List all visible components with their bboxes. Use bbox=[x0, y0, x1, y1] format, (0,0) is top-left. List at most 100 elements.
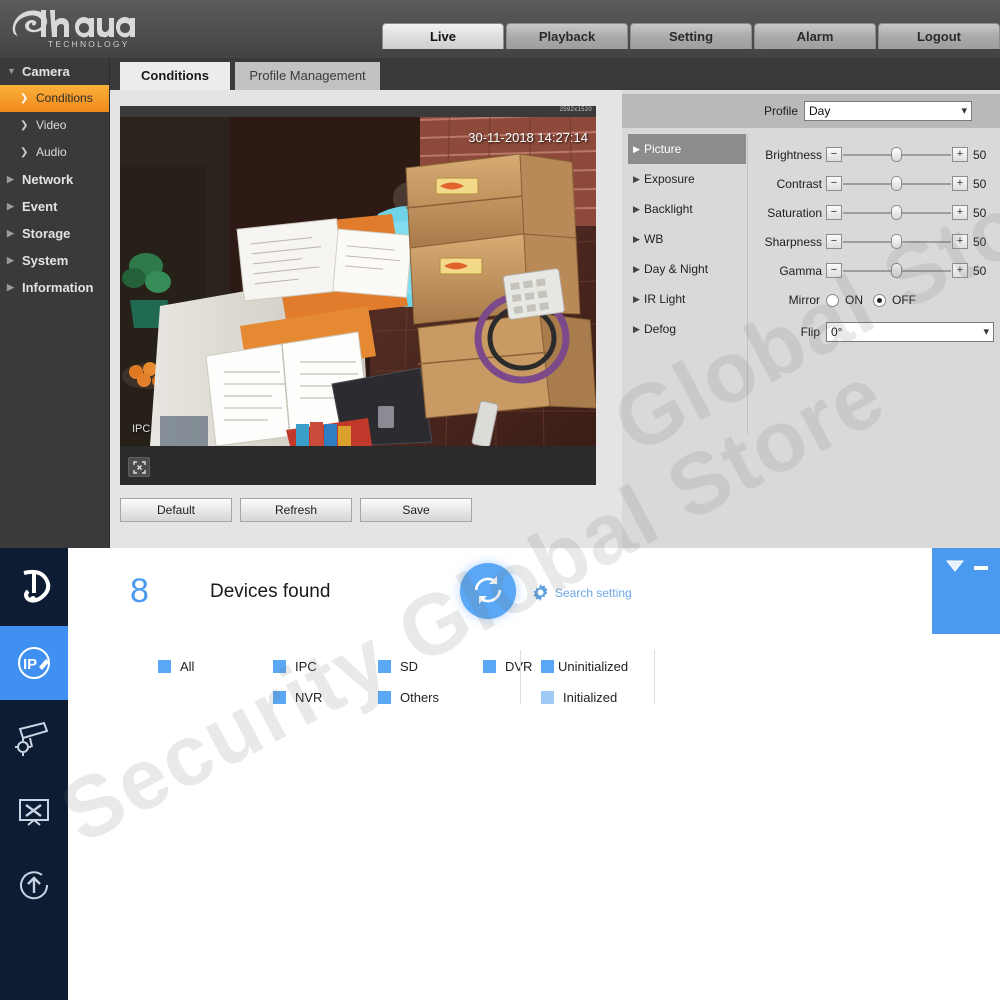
refresh-button[interactable]: Refresh bbox=[240, 498, 352, 522]
sidebar-item-conditions[interactable]: ❯ Conditions bbox=[0, 85, 109, 112]
dahua-web-ui: TECHNOLOGY Live Playback Setting Alarm L… bbox=[0, 0, 1000, 548]
sidebar-label-storage: Storage bbox=[22, 226, 71, 241]
sidebar-item-storage[interactable]: ▶ Storage bbox=[0, 220, 109, 247]
filter-label-uninitialized: Uninitialized bbox=[558, 659, 629, 674]
tab-profile-management[interactable]: Profile Management bbox=[235, 62, 380, 90]
saturation-plus-button[interactable]: + bbox=[952, 205, 968, 220]
submenu-item-wb[interactable]: ▶ WB bbox=[628, 224, 746, 254]
chevron-down-icon[interactable] bbox=[945, 560, 965, 579]
sidebar-label-system: System bbox=[22, 253, 69, 268]
sidebar-item-information[interactable]: ▶ Information bbox=[0, 274, 109, 301]
mirror-on-radio[interactable] bbox=[826, 293, 839, 307]
search-setting-link[interactable]: Search setting bbox=[555, 586, 632, 600]
saturation-slider-knob[interactable] bbox=[891, 205, 902, 220]
ip-modify-icon[interactable]: IP bbox=[0, 626, 68, 700]
profile-label: Profile bbox=[763, 104, 798, 118]
sidebar-item-video[interactable]: ❯ Video bbox=[0, 112, 109, 139]
profile-select[interactable]: Day ▾ bbox=[804, 101, 972, 121]
sidebar-item-event[interactable]: ▶ Event bbox=[0, 193, 109, 220]
submenu-item-day-night[interactable]: ▶ Day & Night bbox=[628, 254, 746, 284]
nav-tab-live[interactable]: Live bbox=[382, 23, 504, 49]
caret-right-icon: ▶ bbox=[7, 282, 14, 292]
checkbox-sd[interactable] bbox=[378, 660, 391, 673]
nav-tab-alarm[interactable]: Alarm bbox=[754, 23, 876, 49]
gear-icon[interactable] bbox=[532, 584, 549, 606]
slider-label-contrast: Contrast bbox=[776, 176, 822, 191]
sharpness-plus-button[interactable]: + bbox=[952, 234, 968, 249]
refresh-button[interactable] bbox=[460, 563, 516, 619]
submenu-item-ir-light[interactable]: ▶ IR Light bbox=[628, 284, 746, 314]
sharpness-slider-track[interactable] bbox=[843, 234, 951, 249]
mirror-off-radio[interactable] bbox=[873, 293, 886, 307]
brightness-slider-knob[interactable] bbox=[891, 147, 902, 162]
contrast-slider-track[interactable] bbox=[843, 176, 951, 191]
nav-tab-setting[interactable]: Setting bbox=[630, 23, 752, 49]
submenu-divider bbox=[747, 134, 748, 434]
checkbox-dvr[interactable] bbox=[483, 660, 496, 673]
save-button[interactable]: Save bbox=[360, 498, 472, 522]
chevron-down-icon: ▾ bbox=[961, 105, 967, 117]
submenu-item-exposure[interactable]: ▶ Exposure bbox=[628, 164, 746, 194]
contrast-slider-knob[interactable] bbox=[891, 176, 902, 191]
filter-ipc[interactable]: IPC bbox=[273, 659, 317, 674]
settings-pane: Profile Day ▾ ▶ Picture ▶ Exposure ▶ Bac… bbox=[622, 90, 1000, 548]
system-tools-icon[interactable] bbox=[0, 774, 68, 848]
filter-nvr[interactable]: NVR bbox=[273, 690, 322, 705]
checkbox-initialized[interactable] bbox=[541, 691, 554, 704]
default-button[interactable]: Default bbox=[120, 498, 232, 522]
filter-uninitialized[interactable]: Uninitialized bbox=[541, 659, 628, 674]
fullscreen-icon[interactable] bbox=[128, 457, 150, 477]
checkbox-uninitialized[interactable] bbox=[541, 660, 554, 673]
chevron-right-icon: ❯ bbox=[20, 93, 29, 104]
submenu-item-defog[interactable]: ▶ Defog bbox=[628, 314, 746, 344]
gamma-plus-button[interactable]: + bbox=[952, 263, 968, 278]
submenu-item-backlight[interactable]: ▶ Backlight bbox=[628, 194, 746, 224]
brightness-plus-button[interactable]: + bbox=[952, 147, 968, 162]
checkbox-ipc[interactable] bbox=[273, 660, 286, 673]
sidebar-item-network[interactable]: ▶ Network bbox=[0, 166, 109, 193]
sidebar-item-system[interactable]: ▶ System bbox=[0, 247, 109, 274]
submenu-item-picture[interactable]: ▶ Picture bbox=[628, 134, 746, 164]
svg-text:TECHNOLOGY: TECHNOLOGY bbox=[48, 39, 130, 49]
checkbox-nvr[interactable] bbox=[273, 691, 286, 704]
configtool-sidebar: IP bbox=[0, 548, 68, 1000]
filter-dvr[interactable]: DVR bbox=[483, 659, 532, 674]
sidebar-label-conditions: Conditions bbox=[36, 91, 93, 105]
filter-all[interactable]: All bbox=[158, 659, 194, 674]
picture-controls: Brightness − + 50 Contrast − + 50 Satura… bbox=[750, 140, 1000, 347]
nav-tab-playback[interactable]: Playback bbox=[506, 23, 628, 49]
video-toolbar bbox=[120, 446, 596, 485]
nav-tab-logout[interactable]: Logout bbox=[878, 23, 1000, 49]
sharpness-minus-button[interactable]: − bbox=[826, 234, 842, 249]
brightness-minus-button[interactable]: − bbox=[826, 147, 842, 162]
upgrade-icon[interactable] bbox=[0, 848, 68, 922]
gamma-slider-track[interactable] bbox=[843, 263, 951, 278]
filter-divider-right bbox=[654, 650, 655, 704]
gamma-slider-knob[interactable] bbox=[891, 263, 902, 278]
minimize-icon[interactable] bbox=[974, 566, 988, 570]
camera-config-icon[interactable] bbox=[0, 700, 68, 774]
submenu-label-picture: Picture bbox=[644, 142, 682, 156]
filter-initialized[interactable]: Initialized bbox=[541, 690, 617, 705]
flip-select[interactable]: 0° ▾ bbox=[826, 322, 994, 342]
gamma-minus-button[interactable]: − bbox=[826, 263, 842, 278]
filter-sd[interactable]: SD bbox=[378, 659, 418, 674]
contrast-plus-button[interactable]: + bbox=[952, 176, 968, 191]
sharpness-slider-knob[interactable] bbox=[891, 234, 902, 249]
checkbox-all[interactable] bbox=[158, 660, 171, 673]
filter-others[interactable]: Others bbox=[378, 690, 439, 705]
sidebar-item-camera[interactable]: ▼ Camera bbox=[0, 58, 109, 85]
brightness-slider-track[interactable] bbox=[843, 147, 951, 162]
saturation-minus-button[interactable]: − bbox=[826, 205, 842, 220]
filter-label-nvr: NVR bbox=[295, 690, 323, 705]
tab-conditions[interactable]: Conditions bbox=[120, 62, 230, 90]
video-preview[interactable]: 2592x1520 30-11-2018 14:27:14 IPC bbox=[120, 106, 596, 485]
contrast-minus-button[interactable]: − bbox=[826, 176, 842, 191]
sidebar-item-audio[interactable]: ❯ Audio bbox=[0, 139, 109, 166]
saturation-slider-track[interactable] bbox=[843, 205, 951, 220]
checkbox-others[interactable] bbox=[378, 691, 391, 704]
caret-right-icon: ▶ bbox=[633, 294, 640, 304]
caret-right-icon: ▶ bbox=[633, 144, 640, 154]
gamma-value: 50 bbox=[973, 263, 987, 278]
window-controls bbox=[932, 548, 1000, 634]
